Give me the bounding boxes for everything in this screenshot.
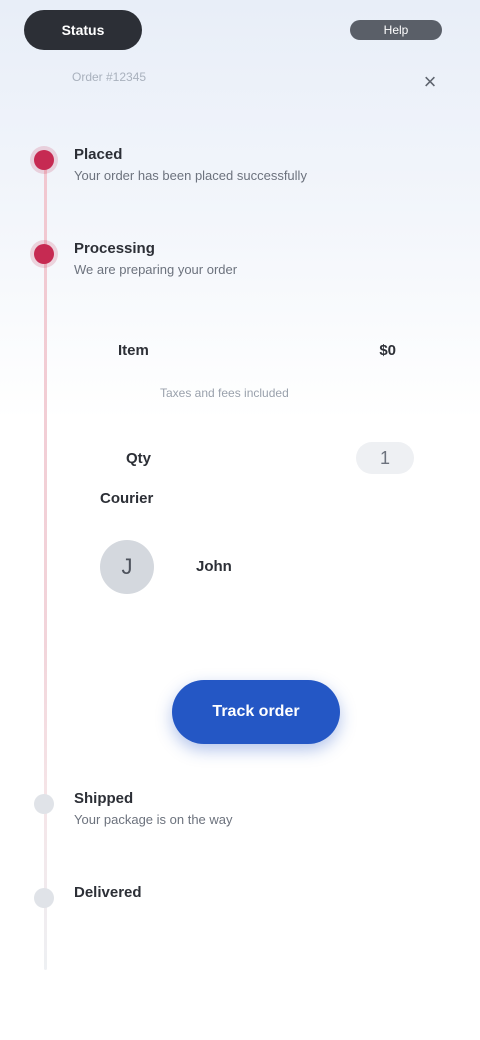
step-dot-icon — [34, 150, 54, 170]
detail-label: Qty — [126, 449, 152, 467]
courier-section-title: Courier — [100, 490, 154, 507]
order-details-card: Item $0 Qty 1 — [86, 318, 436, 658]
detail-value: $0 — [379, 342, 396, 359]
courier-name: John — [196, 558, 232, 575]
step-subtitle: Your order has been placed successfully — [74, 168, 307, 183]
order-subtitle: Order #12345 — [72, 70, 147, 84]
step-subtitle: Your package is on the way — [74, 812, 233, 827]
detail-note: Taxes and fees included — [160, 386, 289, 400]
step-title: Processing — [74, 240, 155, 257]
close-icon[interactable]: × — [416, 68, 444, 96]
timeline-track — [44, 150, 47, 970]
step-dot-icon — [34, 244, 54, 264]
help-link[interactable]: Help — [350, 20, 442, 40]
status-pill[interactable]: Status — [24, 10, 142, 50]
step-title: Placed — [74, 146, 123, 163]
avatar: J — [100, 540, 154, 594]
step-dot-icon — [34, 888, 54, 908]
detail-row-item: Item $0 — [86, 342, 436, 359]
step-title: Shipped — [74, 790, 134, 807]
step-dot-icon — [34, 794, 54, 814]
detail-row-qty: Qty 1 — [86, 442, 436, 474]
step-title: Delivered — [74, 884, 142, 901]
detail-label: Item — [118, 342, 149, 359]
quantity-chip[interactable]: 1 — [356, 442, 414, 474]
track-order-button[interactable]: Track order — [172, 680, 340, 744]
step-subtitle: We are preparing your order — [74, 262, 238, 277]
